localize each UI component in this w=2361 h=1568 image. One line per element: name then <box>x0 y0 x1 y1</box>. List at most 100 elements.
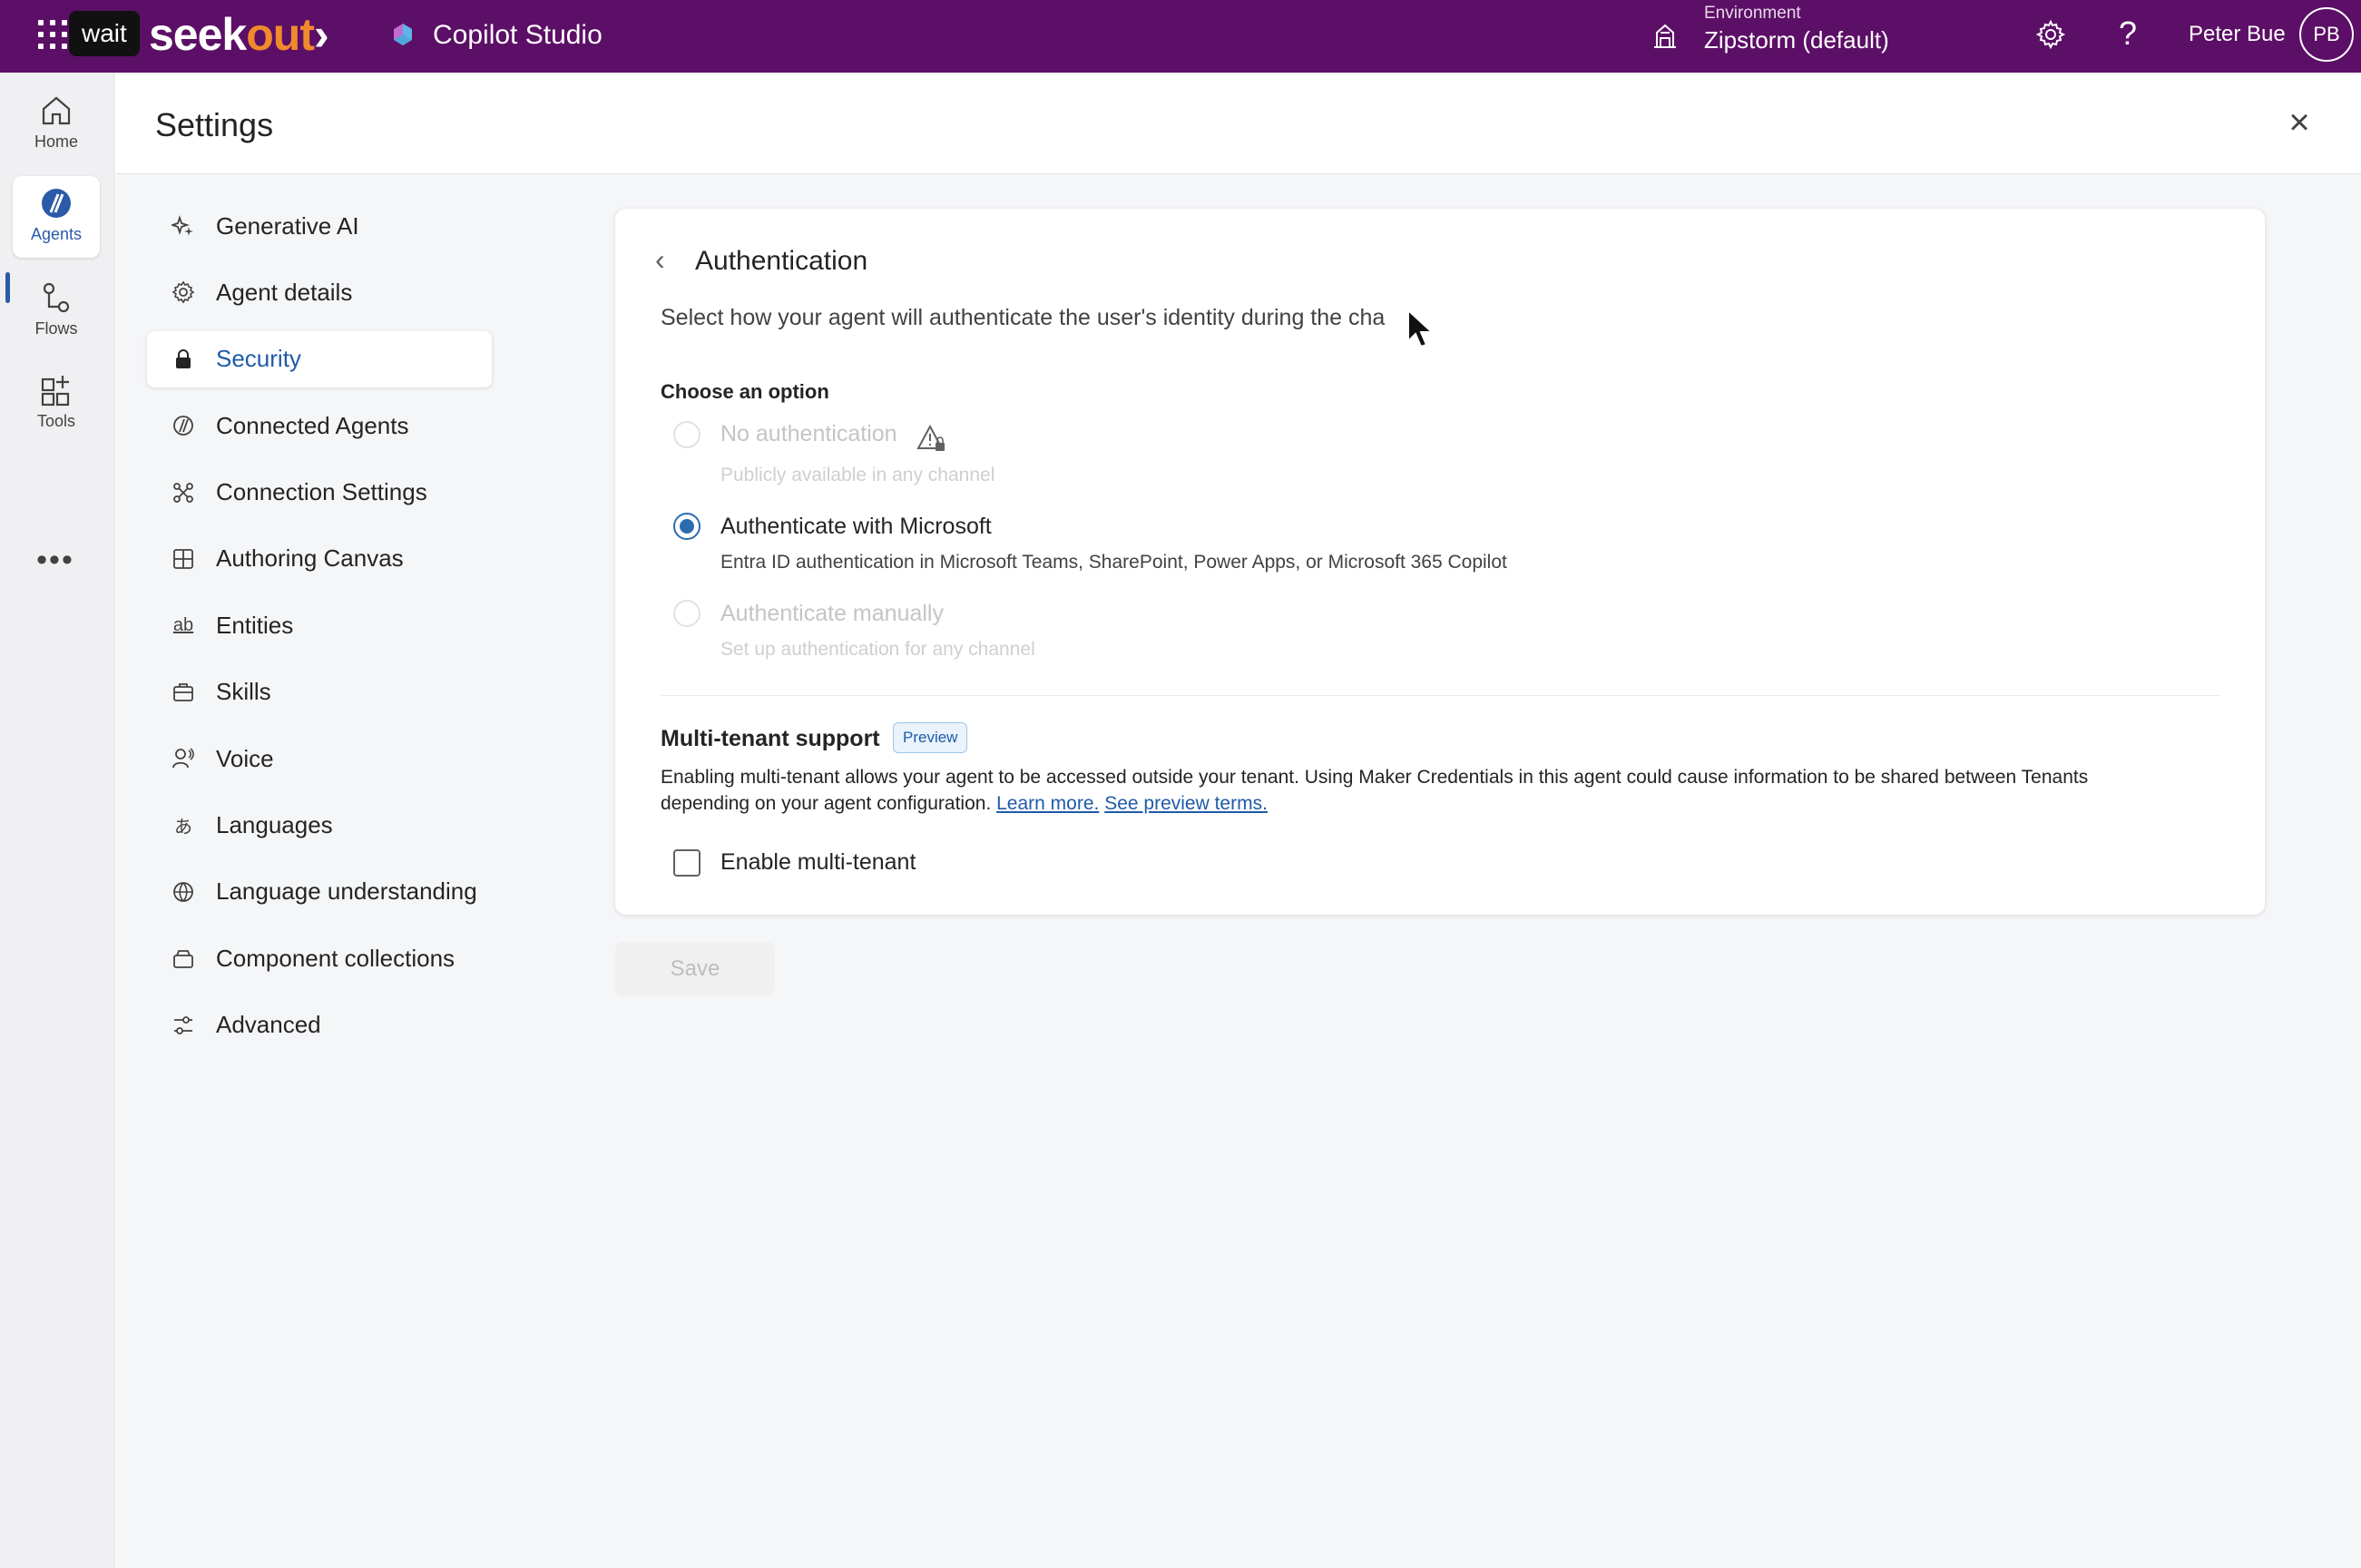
environment-label: Environment <box>1704 4 1801 23</box>
skills-icon <box>171 680 196 705</box>
nav-item-authoring-canvas[interactable]: Authoring Canvas <box>147 531 492 587</box>
nav-item-generative-ai[interactable]: Generative AI <box>147 198 492 254</box>
connected-agents-icon <box>171 413 196 438</box>
agents-icon <box>42 189 71 218</box>
help-icon[interactable]: ? <box>2114 13 2141 54</box>
enable-multitenant-checkbox[interactable] <box>673 849 700 877</box>
warning-lock-icon <box>916 424 945 451</box>
user-name: Peter Bue <box>2189 22 2286 46</box>
app-name: Copilot Studio <box>433 20 602 50</box>
brand-logo: seekout› <box>149 7 329 62</box>
settings-header: Settings × <box>115 73 2361 174</box>
rail-item-home[interactable]: Home <box>13 83 100 165</box>
multitenant-description: Enabling multi-tenant allows your agent … <box>661 764 2239 817</box>
nav-item-skills[interactable]: Skills <box>147 664 492 720</box>
gear-icon <box>171 279 196 305</box>
nav-item-label: Voice <box>216 744 274 772</box>
nav-item-label: Generative AI <box>216 211 359 240</box>
option-sub-authenticate-manually: Set up authentication for any channel <box>720 639 1035 660</box>
option-label-authenticate-manually: Authenticate manually <box>720 601 944 626</box>
lock-icon <box>171 347 196 372</box>
option-sub-no-authentication: Publicly available in any channel <box>720 465 995 485</box>
multitenant-title: Multi-tenant support <box>661 726 880 751</box>
settings-nav: Generative AI Agent details Security Con… <box>147 198 492 1063</box>
voice-icon <box>171 746 196 771</box>
page-title: Settings <box>155 106 274 143</box>
nav-item-label: Security <box>216 345 301 373</box>
nav-item-component-collections[interactable]: Component collections <box>147 930 492 986</box>
brand-chevron: › <box>313 9 329 60</box>
nav-item-label: Entities <box>216 611 294 639</box>
nav-item-connection-settings[interactable]: Connection Settings <box>147 465 492 521</box>
environment-value[interactable]: Zipstorm (default) <box>1704 25 1889 54</box>
entities-icon: ab <box>172 614 194 635</box>
sparkle-icon <box>171 213 196 239</box>
gear-icon[interactable] <box>2034 18 2067 51</box>
rail-active-indicator <box>5 272 10 303</box>
back-chevron-icon[interactable]: ‹ <box>655 243 665 276</box>
rail-item-agents[interactable]: Agents <box>13 176 100 258</box>
canvas-icon <box>171 546 196 572</box>
nav-item-label: Connected Agents <box>216 411 409 439</box>
rail-item-label: Home <box>34 132 78 151</box>
section-title: Authentication <box>695 246 868 276</box>
advanced-icon <box>171 1013 196 1038</box>
nav-item-connected-agents[interactable]: Connected Agents <box>147 397 492 454</box>
nav-item-entities[interactable]: ab Entities <box>147 597 492 653</box>
nav-item-advanced[interactable]: Advanced <box>147 997 492 1054</box>
divider <box>661 695 2221 696</box>
nav-item-label: Authoring Canvas <box>216 544 404 573</box>
nav-item-label: Agent details <box>216 278 353 306</box>
tools-icon <box>41 376 70 407</box>
rail-item-tools[interactable]: Tools <box>13 363 100 445</box>
multitenant-description-line1: Enabling multi-tenant allows your agent … <box>661 767 2089 788</box>
option-sub-authenticate-with-microsoft: Entra ID authentication in Microsoft Tea… <box>720 552 1507 573</box>
connection-icon <box>171 480 196 505</box>
nav-item-voice[interactable]: Voice <box>147 730 492 787</box>
save-button[interactable]: Save <box>615 942 775 996</box>
nav-item-language-understanding[interactable]: Language understanding <box>147 864 492 920</box>
radio-no-authentication[interactable] <box>673 421 700 448</box>
avatar[interactable]: PB <box>2299 7 2354 62</box>
nav-item-label: Skills <box>216 678 271 706</box>
nav-item-agent-details[interactable]: Agent details <box>147 264 492 320</box>
nav-item-label: Language understanding <box>216 877 477 906</box>
flows-icon <box>43 282 70 313</box>
learn-more-link[interactable]: Learn more. <box>996 793 1099 814</box>
more-icon[interactable]: ••• <box>33 544 78 583</box>
top-bar: wait seekout› Copilot Studio Environment… <box>0 0 2361 73</box>
multitenant-description-line2: depending on your agent configuration. <box>661 793 992 814</box>
close-icon[interactable]: × <box>2283 104 2316 141</box>
language-understanding-icon <box>171 879 196 905</box>
home-icon <box>42 96 71 125</box>
rail-item-label: Tools <box>36 412 76 430</box>
enable-multitenant-label[interactable]: Enable multi-tenant <box>720 848 916 877</box>
choose-option-label: Choose an option <box>661 380 829 403</box>
rail-item-label: Flows <box>34 319 78 338</box>
nav-item-label: Connection Settings <box>216 478 427 506</box>
left-rail: Home Agents Flows Tools ••• <box>0 73 114 1568</box>
nav-item-label: Advanced <box>216 1011 321 1039</box>
section-description: Select how your agent will authenticate … <box>661 305 1386 330</box>
option-label-no-authentication: No authentication <box>720 421 897 446</box>
radio-authenticate-manually[interactable] <box>673 600 700 627</box>
preview-terms-link[interactable]: See preview terms. <box>1104 793 1268 814</box>
radio-authenticate-with-microsoft[interactable] <box>673 513 700 540</box>
preview-badge: Preview <box>893 722 968 753</box>
brand-main: seek <box>149 9 247 60</box>
nav-item-label: Component collections <box>216 944 456 972</box>
brand-accent: out <box>246 9 315 60</box>
authentication-card: ‹ Authentication Select how your agent w… <box>615 209 2265 915</box>
rail-item-label: Agents <box>30 225 83 243</box>
component-collections-icon <box>171 946 196 971</box>
mouse-cursor-icon <box>1407 309 1435 348</box>
option-label-authenticate-with-microsoft: Authenticate with Microsoft <box>720 514 992 539</box>
rail-item-flows[interactable]: Flows <box>13 270 100 352</box>
nav-item-languages[interactable]: あ Languages <box>147 798 492 854</box>
copilot-studio-icon <box>394 24 412 45</box>
environment-icon[interactable] <box>1650 20 1680 51</box>
nav-item-label: Languages <box>216 811 333 839</box>
languages-icon: あ <box>174 818 192 838</box>
app-launcher-icon[interactable] <box>38 20 69 51</box>
nav-item-security[interactable]: Security <box>147 330 492 387</box>
